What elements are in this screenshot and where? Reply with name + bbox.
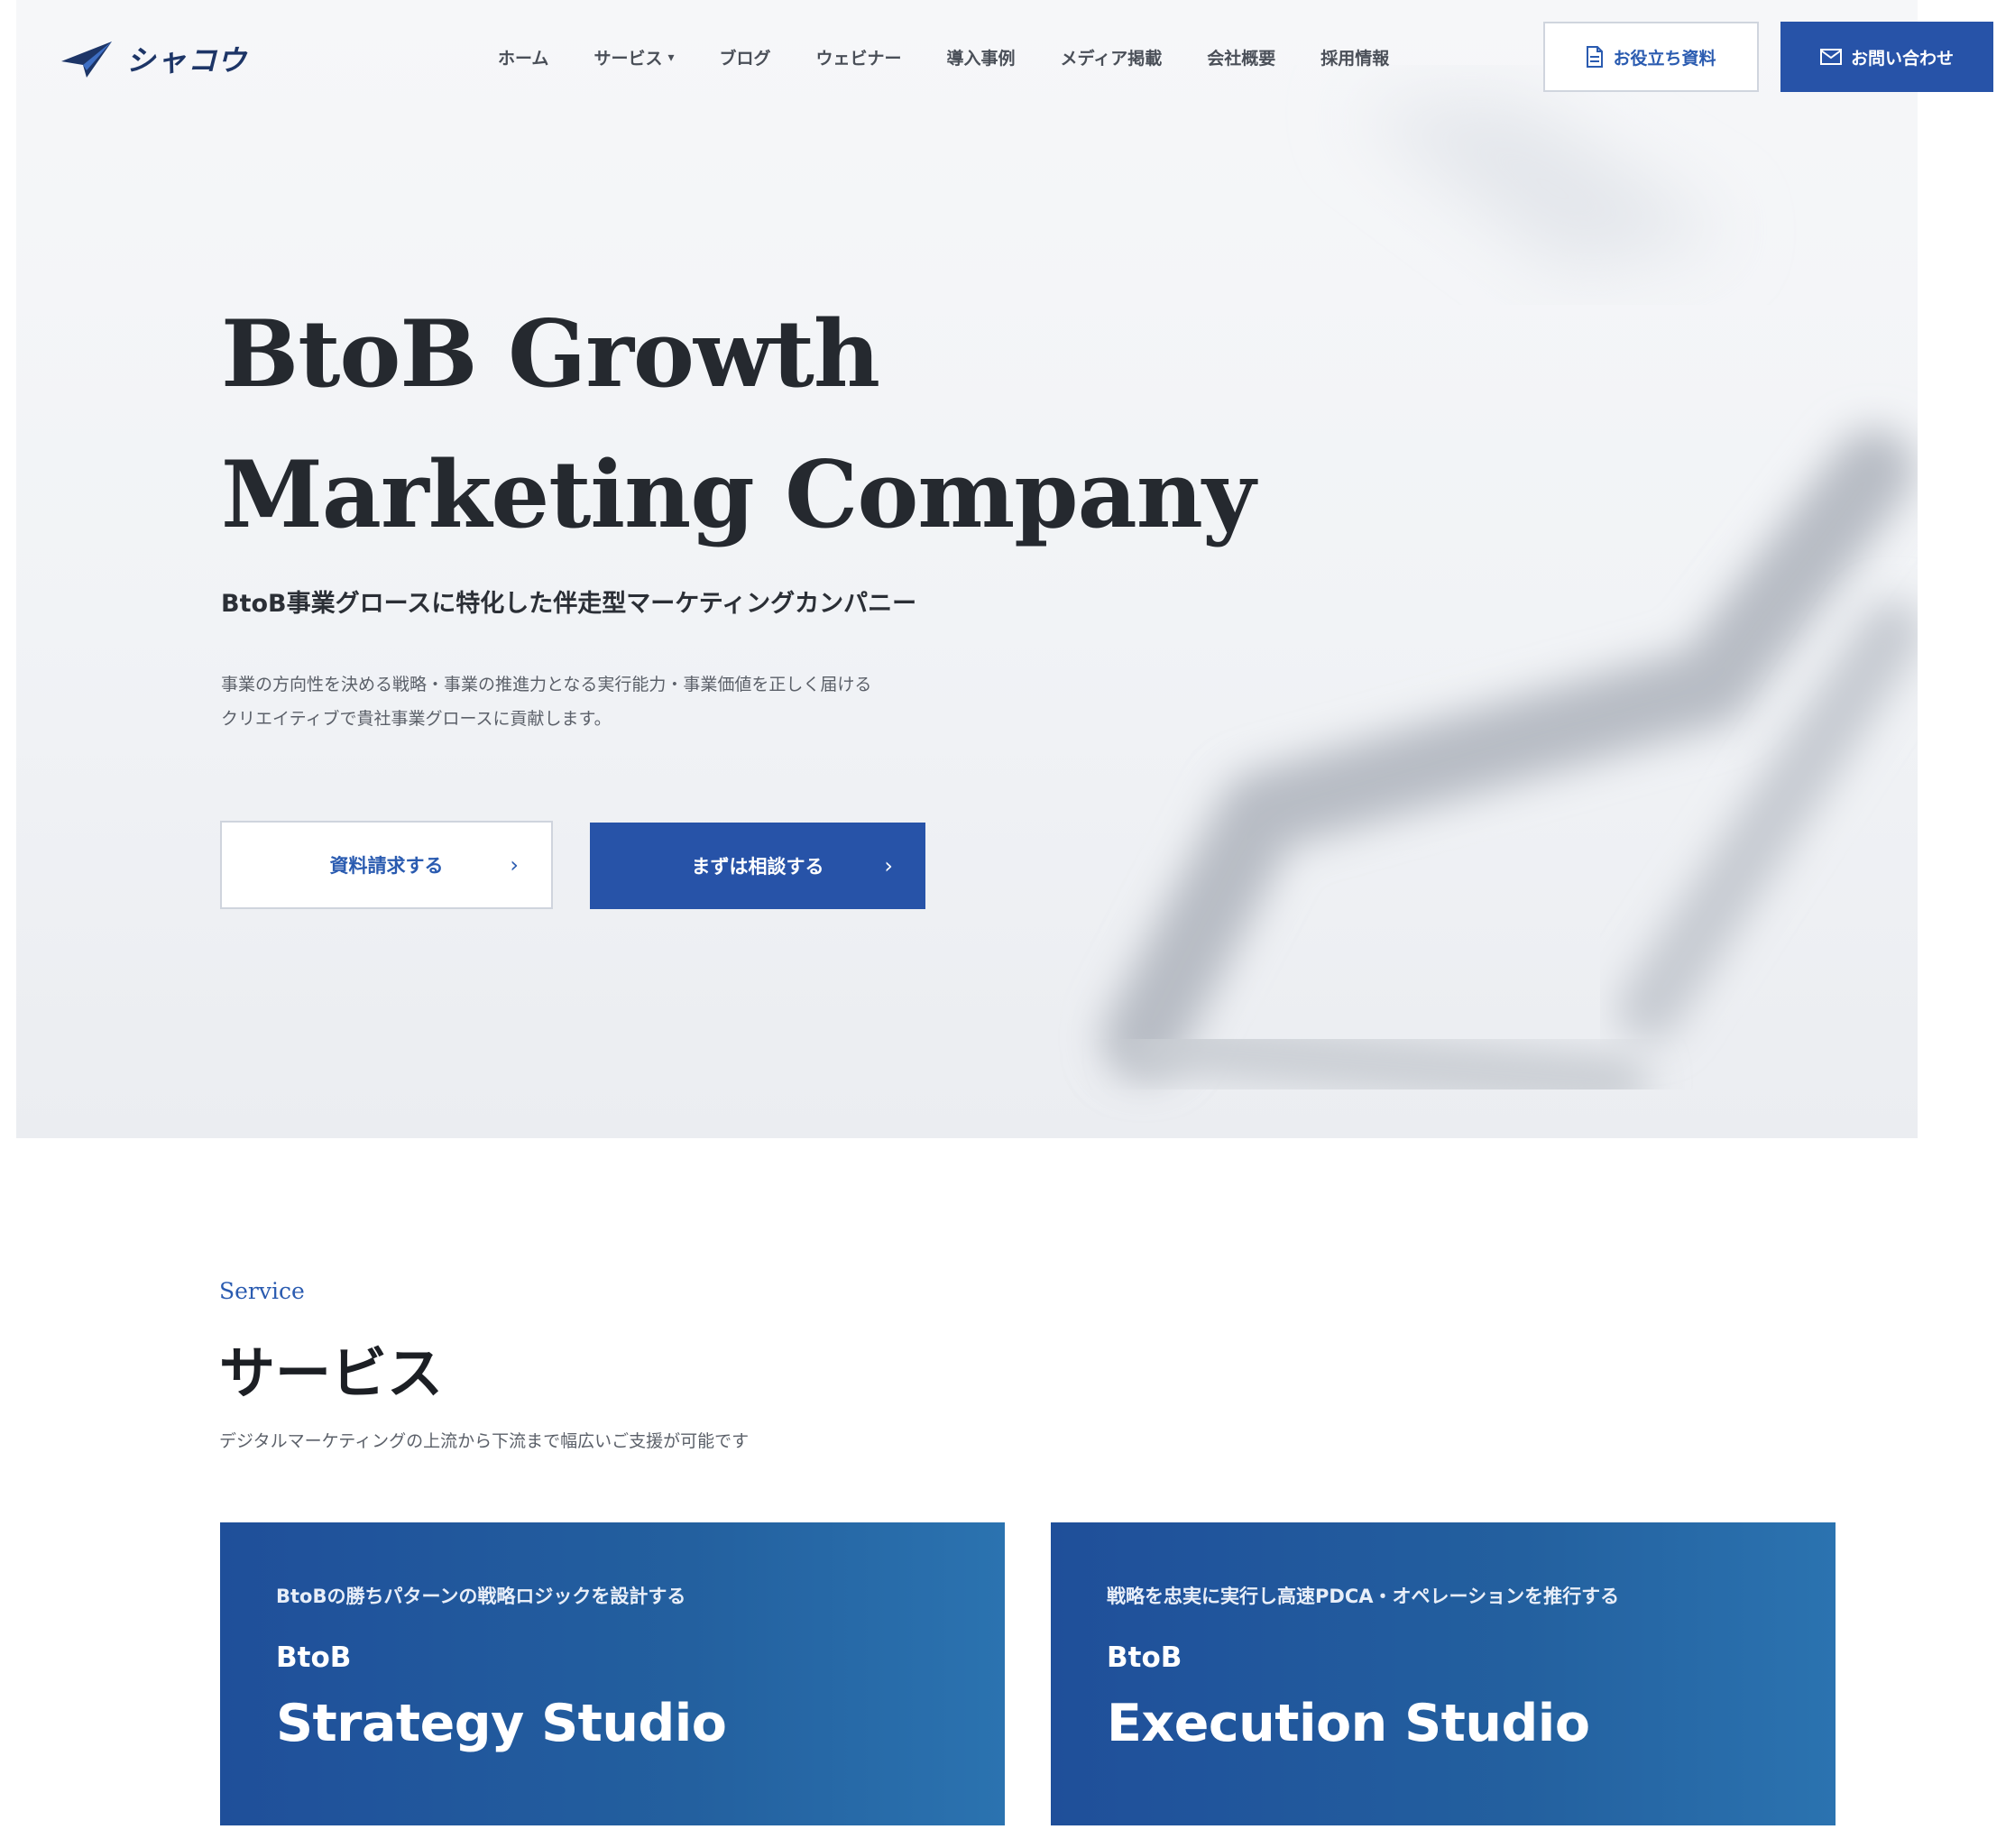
nav-item-media[interactable]: メディア掲載 xyxy=(1061,45,1163,69)
nav-item-recruit[interactable]: 採用情報 xyxy=(1320,45,1389,69)
document-icon xyxy=(1587,46,1604,68)
nav-item-label: サービス xyxy=(593,49,663,69)
card-kicker: BtoB xyxy=(1107,1641,1182,1674)
docs-button[interactable]: お役立ち資料 xyxy=(1543,22,1759,92)
logo[interactable]: シャコウ xyxy=(60,38,248,79)
services-eyebrow: Service xyxy=(219,1278,305,1304)
site-header: シャコウ ホーム サービス ▾ ブログ ウェビナー 導入事例 メディア掲載 会社概… xyxy=(0,0,2015,122)
hero-title-line2: Marketing Company xyxy=(221,441,1256,549)
hero-description-line1: 事業の方向性を決める戦略・事業の推進力となる実行能力・事業価値を正しく届ける xyxy=(221,675,872,694)
contact-button[interactable]: お問い合わせ xyxy=(1780,22,1993,92)
paper-plane-logo-icon xyxy=(61,41,112,78)
mail-icon xyxy=(1819,49,1842,65)
main-nav: ホーム サービス ▾ ブログ ウェビナー 導入事例 メディア掲載 会社概要 採用情… xyxy=(498,45,1434,69)
request-docs-button[interactable]: 資料請求する › xyxy=(220,821,553,909)
services-description: デジタルマーケティングの上流から下流まで幅広いご支援が可能です xyxy=(219,1431,750,1451)
nav-item-case-studies[interactable]: 導入事例 xyxy=(947,45,1016,69)
chevron-right-icon: › xyxy=(510,852,519,878)
nav-item-company[interactable]: 会社概要 xyxy=(1207,45,1275,69)
consult-label: まずは相談する xyxy=(691,856,824,878)
nav-item-label: メディア掲載 xyxy=(1060,49,1163,69)
hero-description: 事業の方向性を決める戦略・事業の推進力となる実行能力・事業価値を正しく届ける ク… xyxy=(221,667,1123,736)
hero-section xyxy=(16,0,1918,1138)
hero-background-graphic xyxy=(1103,99,1918,1109)
hero-description-line2: クリエイティブで貴社事業グロースに貢献します。 xyxy=(221,709,612,729)
chevron-right-icon: › xyxy=(884,853,893,878)
consult-button[interactable]: まずは相談する › xyxy=(590,823,925,909)
hero-title-line1: BtoB Growth xyxy=(221,300,880,409)
card-kicker: BtoB xyxy=(276,1641,352,1674)
nav-item-label: 採用情報 xyxy=(1320,49,1390,69)
nav-item-services[interactable]: サービス ▾ xyxy=(593,45,674,69)
nav-item-blog[interactable]: ブログ xyxy=(719,45,770,69)
card-name: Strategy Studio xyxy=(276,1694,727,1753)
nav-item-label: 会社概要 xyxy=(1207,49,1276,69)
card-tagline: 戦略を忠実に実行し高速PDCA・オペレーションを推行する xyxy=(1107,1586,1620,1607)
card-name: Execution Studio xyxy=(1107,1694,1590,1753)
docs-button-label: お役立ち資料 xyxy=(1613,48,1716,69)
request-docs-label: 資料請求する xyxy=(329,855,444,877)
chevron-down-icon: ▾ xyxy=(667,50,675,65)
hero-subtitle: BtoB事業グロースに特化した伴走型マーケティングカンパニー xyxy=(221,590,917,618)
services-title: サービス xyxy=(219,1340,444,1406)
service-card-execution[interactable]: 戦略を忠実に実行し高速PDCA・オペレーションを推行する BtoB Execut… xyxy=(1051,1522,1836,1825)
nav-item-label: ブログ xyxy=(719,49,771,69)
hero-title: BtoB Growth Marketing Company xyxy=(221,284,1256,565)
card-tagline: BtoBの勝ちパターンの戦略ロジックを設計する xyxy=(276,1586,686,1607)
nav-item-webinar[interactable]: ウェビナー xyxy=(816,45,902,69)
nav-item-label: ホーム xyxy=(498,49,549,69)
nav-item-home[interactable]: ホーム xyxy=(498,45,548,69)
contact-button-label: お問い合わせ xyxy=(1850,48,1954,69)
nav-item-label: 導入事例 xyxy=(946,49,1016,69)
nav-item-label: ウェビナー xyxy=(815,49,902,69)
logo-text: シャコウ xyxy=(126,43,248,78)
service-card-strategy[interactable]: BtoBの勝ちパターンの戦略ロジックを設計する BtoB Strategy St… xyxy=(220,1522,1005,1825)
